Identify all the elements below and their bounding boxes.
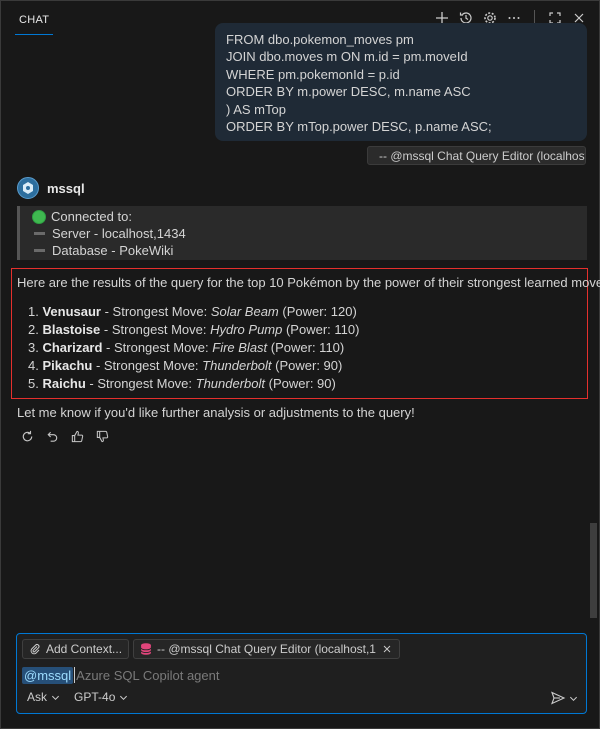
send-icon[interactable] bbox=[550, 690, 566, 706]
input-toolbar: Ask GPT-4o bbox=[27, 690, 128, 704]
server-text: Server - localhost,1434 bbox=[52, 226, 186, 241]
item-number: 2. bbox=[28, 322, 39, 337]
move-name: Fire Blast bbox=[212, 340, 268, 355]
prompt-placeholder: Azure SQL Copilot agent bbox=[76, 667, 220, 683]
move-label: - Strongest Move: bbox=[102, 340, 213, 355]
pokemon-name: Raichu bbox=[42, 376, 86, 391]
agent-header: mssql bbox=[17, 177, 85, 199]
move-label: - Strongest Move: bbox=[100, 322, 211, 337]
move-name: Hydro Pump bbox=[210, 322, 283, 337]
list-item: 1. Venusaur - Strongest Move: Solar Beam… bbox=[28, 303, 359, 321]
chat-panel: CHAT FROM dbo.pokemon_moves pm JOIN dbo.… bbox=[0, 0, 600, 729]
chevron-down-icon[interactable] bbox=[569, 694, 578, 703]
followup-text: Let me know if you'd like further analys… bbox=[17, 405, 415, 420]
move-power: (Power: 110) bbox=[267, 340, 345, 355]
add-context-button[interactable]: Add Context... bbox=[22, 639, 130, 659]
reference-label: -- @mssql Chat Query Editor (localhost,1 bbox=[379, 148, 586, 163]
dash-icon bbox=[34, 232, 45, 235]
list-item: 4. Pikachu - Strongest Move: Thunderbolt… bbox=[28, 357, 359, 375]
move-power: (Power: 90) bbox=[271, 358, 343, 373]
move-name: Thunderbolt bbox=[202, 358, 272, 373]
retry-icon[interactable] bbox=[19, 428, 35, 444]
mssql-logo-icon bbox=[23, 182, 33, 194]
sql-line: JOIN dbo.moves m ON m.id = pm.moveId bbox=[226, 49, 468, 65]
agent-name: mssql bbox=[47, 180, 85, 196]
move-label: - Strongest Move: bbox=[92, 358, 203, 373]
list-item: 3. Charizard - Strongest Move: Fire Blas… bbox=[28, 339, 359, 357]
move-power: (Power: 90) bbox=[265, 376, 336, 391]
database-icon bbox=[140, 643, 152, 655]
tab-chat[interactable]: CHAT bbox=[15, 1, 54, 35]
connected-status-icon bbox=[32, 209, 46, 224]
scrollbar-thumb[interactable] bbox=[590, 523, 597, 618]
move-label: - Strongest Move: bbox=[101, 304, 211, 319]
close-icon[interactable] bbox=[381, 643, 393, 655]
item-number: 5. bbox=[28, 376, 39, 391]
query-results-highlight: Here are the results of the query for th… bbox=[11, 268, 600, 399]
mode-label: Ask bbox=[27, 690, 48, 704]
sql-line: ORDER BY m.power DESC, m.name ASC bbox=[226, 84, 471, 100]
add-context-label: Add Context... bbox=[46, 642, 123, 656]
move-label: - Strongest Move: bbox=[85, 376, 196, 391]
context-chip[interactable]: -- @mssql Chat Query Editor (localhost,1 bbox=[133, 639, 400, 659]
model-dropdown[interactable]: GPT-4o bbox=[74, 690, 128, 704]
pokemon-name: Venusaur bbox=[42, 304, 101, 319]
connection-database: Database - PokeWiki bbox=[32, 242, 587, 259]
avatar bbox=[17, 177, 39, 199]
move-power: (Power: 120) bbox=[278, 304, 357, 319]
prompt-row[interactable]: @mssql Azure SQL Copilot agent bbox=[22, 664, 219, 686]
item-number: 4. bbox=[28, 358, 39, 373]
sql-line: WHERE pm.pokemonId = p.id bbox=[226, 66, 400, 82]
item-number: 3. bbox=[28, 340, 39, 355]
send-controls bbox=[550, 690, 578, 706]
sql-line: ORDER BY mTop.power DESC, p.name ASC; bbox=[226, 119, 492, 135]
move-name: Thunderbolt bbox=[195, 376, 266, 391]
mode-dropdown[interactable]: Ask bbox=[27, 690, 60, 704]
move-name: Solar Beam bbox=[210, 304, 279, 319]
connection-info: Connected to: Server - localhost,1434 Da… bbox=[17, 206, 587, 260]
database-text: Database - PokeWiki bbox=[52, 243, 174, 258]
results-list: 1. Venusaur - Strongest Move: Solar Beam… bbox=[28, 303, 359, 393]
thumbs-up-icon[interactable] bbox=[69, 428, 85, 444]
list-item: 2. Blastoise - Strongest Move: Hydro Pum… bbox=[28, 321, 359, 339]
user-query-message: FROM dbo.pokemon_moves pm JOIN dbo.moves… bbox=[215, 23, 587, 141]
sql-line: FROM dbo.pokemon_moves pm bbox=[226, 32, 414, 47]
undo-icon[interactable] bbox=[44, 428, 60, 444]
context-chip-label: -- @mssql Chat Query Editor (localhost,1 bbox=[157, 642, 376, 656]
sql-line: ) AS mTop bbox=[226, 101, 286, 117]
chevron-down-icon bbox=[52, 695, 60, 700]
query-editor-reference[interactable]: -- @mssql Chat Query Editor (localhost,1 bbox=[367, 146, 586, 165]
pokemon-name: Charizard bbox=[42, 340, 103, 355]
connection-status: Connected to: bbox=[32, 208, 587, 225]
context-row: Add Context... -- @mssql Chat Query Edit… bbox=[22, 639, 400, 659]
results-intro: Here are the results of the query for th… bbox=[17, 275, 600, 290]
list-item: 5. Raichu - Strongest Move: Thunderbolt … bbox=[28, 375, 359, 393]
pokemon-name: Blastoise bbox=[42, 322, 101, 337]
dash-icon bbox=[34, 249, 45, 252]
move-power: (Power: 110) bbox=[282, 322, 360, 337]
response-actions bbox=[19, 428, 110, 444]
pokemon-name: Pikachu bbox=[42, 358, 93, 373]
connection-server: Server - localhost,1434 bbox=[32, 225, 587, 242]
model-label: GPT-4o bbox=[74, 690, 116, 704]
chat-input-box[interactable]: Add Context... -- @mssql Chat Query Edit… bbox=[16, 633, 587, 714]
agent-mention: @mssql bbox=[22, 666, 74, 684]
item-number: 1. bbox=[28, 304, 39, 319]
connection-status-text: Connected to: bbox=[51, 209, 132, 224]
paperclip-icon bbox=[30, 644, 40, 655]
text-caret bbox=[74, 667, 76, 683]
chevron-down-icon bbox=[120, 695, 128, 700]
thumbs-down-icon[interactable] bbox=[94, 428, 110, 444]
